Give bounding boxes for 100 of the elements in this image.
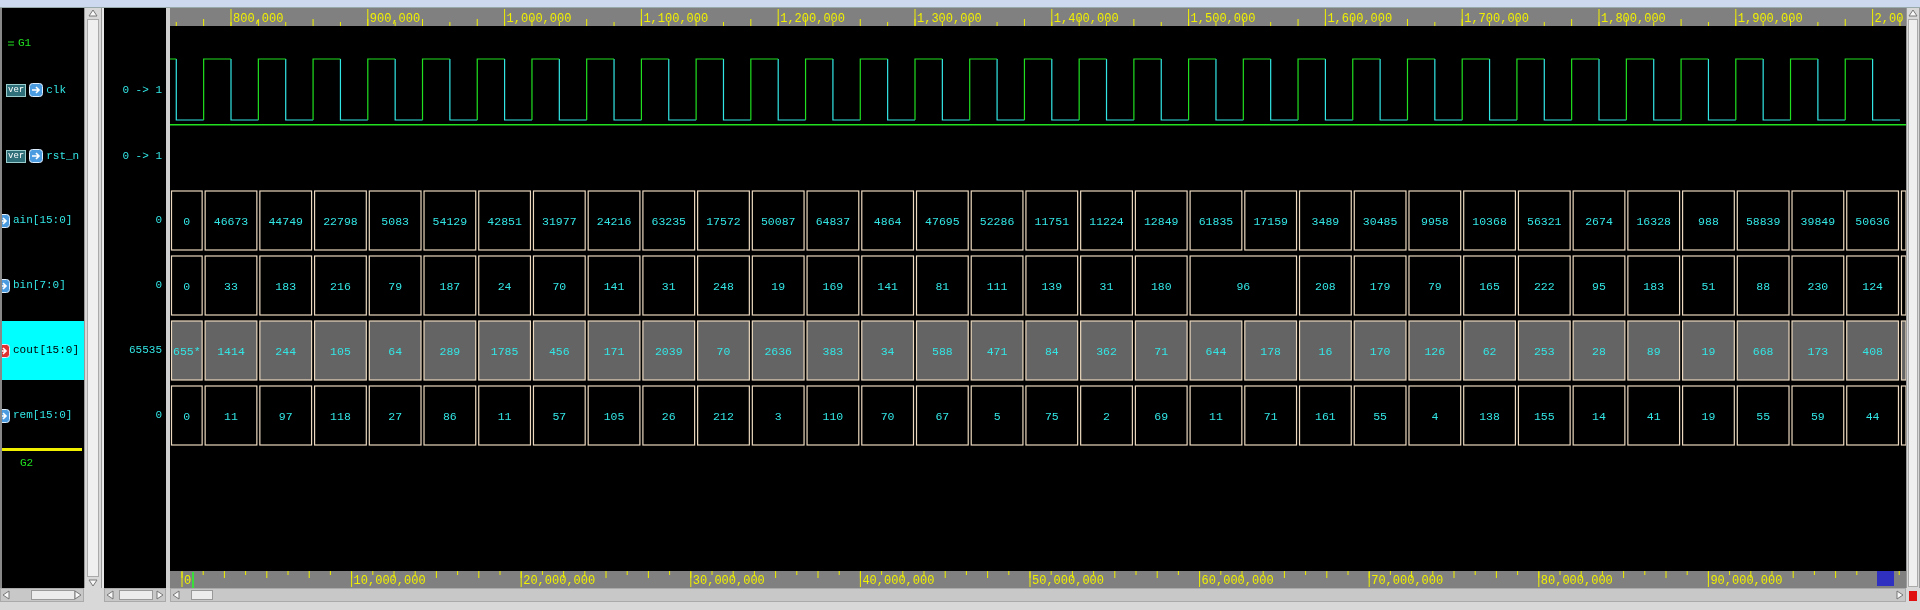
bus-segment (1463, 320, 1516, 381)
bus-segment (1517, 385, 1571, 446)
scrollbar-thumb[interactable] (86, 19, 100, 577)
bus-value: 41 (1646, 409, 1661, 423)
bus-segment (1791, 190, 1845, 251)
bus-segment (751, 190, 805, 251)
bus-segment (532, 190, 586, 251)
port-arrow-icon (29, 149, 44, 163)
scroll-left-icon[interactable] (1, 590, 11, 600)
bus-value: 70 (552, 279, 567, 293)
bus-value: 169 (822, 279, 844, 293)
scrollbar-thumb[interactable] (31, 590, 75, 600)
bus-segment (1189, 190, 1243, 251)
bus-segment (970, 190, 1024, 251)
signal-value: 0 (155, 278, 162, 294)
major-tick (1872, 8, 1874, 26)
bus-segment (478, 385, 532, 446)
bus-value: 57 (552, 409, 567, 423)
signal-name-row[interactable]: cout[15:0] (2, 321, 84, 380)
signal-value: 0 (155, 408, 162, 424)
vertical-scrollbar[interactable] (1906, 8, 1920, 588)
scroll-right-icon[interactable] (155, 590, 165, 600)
major-tick (640, 8, 642, 26)
group-icon[interactable] (8, 40, 14, 46)
scrollbar-thumb[interactable] (1908, 19, 1918, 587)
scrollbar-thumb[interactable] (191, 590, 213, 600)
group-name[interactable]: G2 (8, 455, 34, 472)
major-tick (1029, 571, 1031, 588)
scroll-left-icon[interactable] (105, 590, 115, 600)
bus-value: 5 (993, 409, 1001, 423)
bus-value: 64 (388, 344, 403, 358)
major-tick (1538, 571, 1540, 588)
bus-segment (1736, 190, 1790, 251)
scroll-right-icon[interactable] (73, 590, 83, 600)
bus-value: 42851 (487, 214, 522, 228)
bus-value: 111 (986, 279, 1008, 293)
bus-segment (313, 190, 367, 251)
bus-value: 105 (330, 344, 351, 358)
bus-value: 289 (439, 344, 461, 358)
bus-segment (1134, 320, 1188, 381)
bus-segment (1353, 320, 1407, 381)
ruler-label: 1,100,000 (643, 12, 709, 26)
bus-segment (806, 385, 860, 446)
bus-value: 3489 (1311, 214, 1340, 228)
signal-name: rem[15:0] (13, 408, 73, 424)
bus-value: 11751 (1034, 214, 1070, 228)
bus-value: 138 (1479, 409, 1500, 423)
bus-segment (1463, 385, 1516, 446)
bus-segment (1244, 385, 1298, 446)
horizontal-scrollbar[interactable] (0, 588, 84, 602)
view-marker[interactable] (1877, 571, 1894, 586)
bus-value: 86 (442, 409, 457, 423)
bus-value: 408 (1862, 344, 1883, 358)
ver-badge: ver (6, 149, 27, 163)
major-tick (1735, 8, 1737, 26)
bus-segment (1408, 190, 1462, 251)
scroll-right-icon[interactable] (1895, 590, 1905, 600)
bus-segment (697, 385, 750, 446)
major-tick (1461, 8, 1463, 26)
bus-segment (1627, 385, 1681, 446)
ruler-label: 70,000,000 (1371, 574, 1444, 588)
bus-value: 95 (1592, 279, 1606, 293)
bus-value: 208 (1315, 279, 1336, 293)
bus-value: 62 (1482, 344, 1497, 358)
bus-value: 3 (774, 409, 782, 423)
bus-segment (587, 320, 641, 381)
bus-segment (861, 190, 915, 251)
vertical-scrollbar[interactable] (84, 8, 102, 588)
bus-segment (1025, 190, 1079, 251)
bus-segment (751, 385, 805, 446)
signal-name: clk (46, 82, 66, 98)
bus-value: 161 (1315, 409, 1336, 423)
ruler-label: 1,300,000 (917, 12, 982, 26)
bus-value: 668 (1752, 344, 1774, 358)
major-tick (351, 571, 353, 588)
horizontal-scrollbar[interactable] (104, 588, 166, 602)
bus-value: 47695 (925, 214, 960, 228)
bus-value: 69 (1154, 409, 1169, 423)
bus-segment (697, 320, 750, 381)
scroll-left-icon[interactable] (171, 590, 181, 600)
bus-value: 105 (603, 409, 625, 423)
bus-value: 0 (183, 214, 191, 228)
bus-value: 63235 (651, 214, 686, 228)
bus-value: 171 (603, 344, 625, 358)
bus-segment (313, 385, 367, 446)
bus-value: 471 (986, 344, 1008, 358)
bus-value: 141 (603, 279, 625, 293)
bus-value: 0 (183, 279, 191, 293)
bus-value: 10368 (1472, 214, 1507, 228)
ruler-label: 80,000,000 (1540, 574, 1613, 588)
bus-value: 81 (935, 279, 950, 293)
scrollbar-thumb[interactable] (119, 590, 153, 600)
horizontal-scrollbar[interactable] (170, 588, 1906, 602)
bus-segment (313, 320, 367, 381)
ruler-label: 2,00 (1874, 12, 1904, 26)
group-name[interactable]: G1 (18, 35, 32, 52)
bus-value: 75 (1044, 409, 1059, 423)
major-tick (181, 571, 183, 588)
bus-segment (532, 320, 586, 381)
bus-value: 1414 (217, 344, 245, 358)
